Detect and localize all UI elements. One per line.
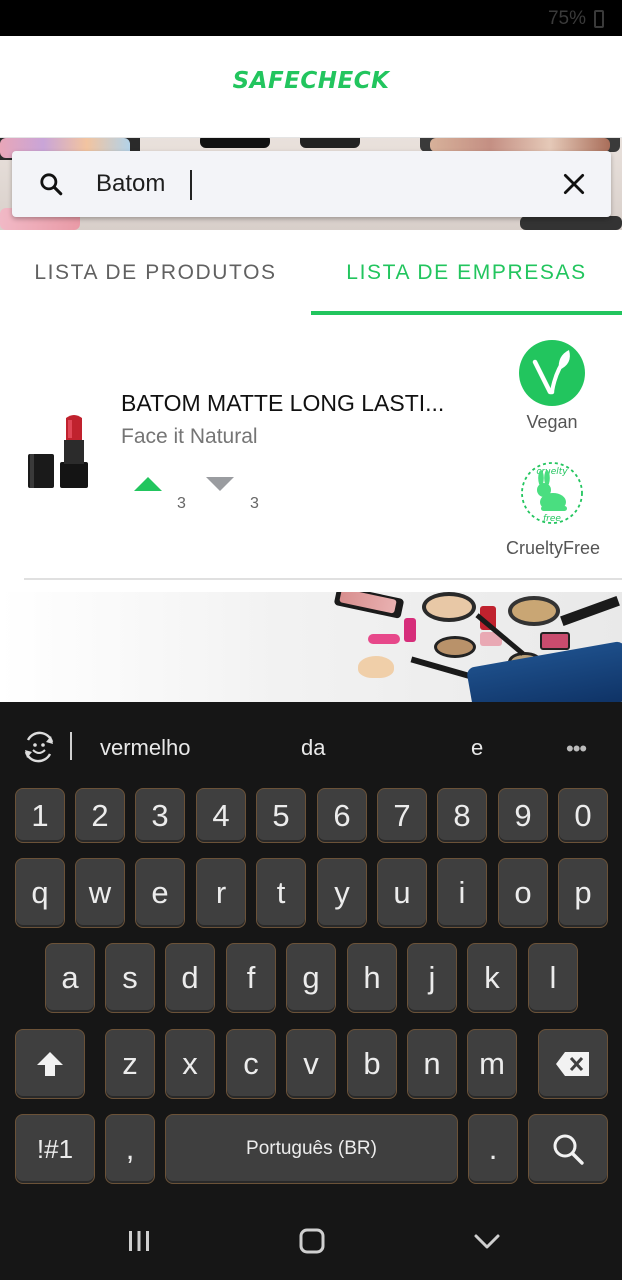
key-g[interactable]: g: [286, 943, 336, 1013]
key-c[interactable]: c: [226, 1029, 276, 1099]
search-bar[interactable]: [12, 151, 611, 217]
key-0[interactable]: 0: [558, 788, 608, 843]
product-name[interactable]: BATOM MATTE LONG LASTI...: [121, 390, 481, 417]
cruelty-free-label: CrueltyFree: [505, 538, 601, 558]
text-caret: [190, 170, 192, 200]
battery-icon: [594, 10, 604, 28]
key-r[interactable]: r: [196, 858, 246, 928]
key-b[interactable]: b: [347, 1029, 397, 1099]
key-o[interactable]: o: [498, 858, 548, 928]
suggestion-1[interactable]: vermelho: [100, 735, 190, 761]
key-n[interactable]: n: [407, 1029, 457, 1099]
key-i[interactable]: i: [437, 858, 487, 928]
recent-apps-icon[interactable]: [124, 1226, 154, 1256]
tab-bar: LISTA DE PRODUTOS LISTA DE EMPRESAS: [0, 230, 622, 316]
tab-products[interactable]: LISTA DE PRODUTOS: [0, 230, 311, 316]
downvote-count: 3: [250, 495, 259, 512]
search-key[interactable]: [528, 1114, 608, 1184]
backspace-icon: [556, 1052, 589, 1076]
upvote-icon[interactable]: [134, 477, 162, 493]
search-icon: [553, 1134, 584, 1165]
key-a[interactable]: a: [45, 943, 95, 1013]
backspace-key[interactable]: [538, 1029, 608, 1099]
back-chevron-icon[interactable]: [472, 1226, 502, 1256]
product-brand: Face it Natural: [121, 425, 258, 448]
key-m[interactable]: m: [467, 1029, 517, 1099]
card-divider: [24, 578, 622, 580]
suggestion-3[interactable]: e: [471, 735, 483, 761]
vegan-label: Vegan: [526, 412, 578, 432]
clear-search-icon[interactable]: [561, 171, 587, 197]
key-4[interactable]: 4: [196, 788, 246, 843]
upvote-count: 3: [177, 495, 186, 512]
key-h[interactable]: h: [347, 943, 397, 1013]
key-w[interactable]: w: [75, 858, 125, 928]
active-tab-indicator: [311, 311, 622, 315]
suggestion-divider: [70, 732, 72, 760]
key-3[interactable]: 3: [135, 788, 185, 843]
free-ring-text: free: [543, 514, 561, 524]
cruelty-free-icon: cruelty free: [521, 462, 583, 524]
system-nav-bar: [0, 1200, 622, 1280]
key-d[interactable]: d: [165, 943, 215, 1013]
search-input[interactable]: [96, 165, 516, 203]
key-u[interactable]: u: [377, 858, 427, 928]
makeup-banner-image: [0, 592, 622, 702]
downvote-icon[interactable]: [206, 477, 234, 493]
suggestion-2[interactable]: da: [301, 735, 325, 761]
on-screen-keyboard: vermelho da e ••• 1 2 3 4 5 6 7 8 9 0 q …: [0, 702, 622, 1200]
space-key[interactable]: Português (BR): [165, 1114, 458, 1184]
lipstick-image: [28, 415, 88, 488]
key-2[interactable]: 2: [75, 788, 125, 843]
key-7[interactable]: 7: [377, 788, 427, 843]
battery-level: 75%: [547, 8, 586, 29]
key-j[interactable]: j: [407, 943, 457, 1013]
key-5[interactable]: 5: [256, 788, 306, 843]
product-card[interactable]: BATOM MATTE LONG LASTI... Face it Natura…: [0, 320, 622, 578]
key-f[interactable]: f: [226, 943, 276, 1013]
tab-companies[interactable]: LISTA DE EMPRESAS: [311, 230, 622, 316]
key-q[interactable]: q: [15, 858, 65, 928]
search-icon[interactable]: [38, 171, 64, 197]
home-icon[interactable]: [297, 1226, 327, 1256]
status-bar: 75%: [0, 0, 622, 36]
key-z[interactable]: z: [105, 1029, 155, 1099]
key-l[interactable]: l: [528, 943, 578, 1013]
key-k[interactable]: k: [467, 943, 517, 1013]
key-6[interactable]: 6: [317, 788, 367, 843]
key-y[interactable]: y: [317, 858, 367, 928]
symbols-key[interactable]: !#1: [15, 1114, 95, 1184]
key-v[interactable]: v: [286, 1029, 336, 1099]
app-header: SAFECHECK: [0, 36, 622, 138]
shift-arrow-icon: [37, 1052, 63, 1076]
vegan-icon: [519, 340, 585, 406]
more-options-icon[interactable]: •••: [566, 736, 587, 762]
key-s[interactable]: s: [105, 943, 155, 1013]
key-e[interactable]: e: [135, 858, 185, 928]
key-t[interactable]: t: [256, 858, 306, 928]
period-key[interactable]: .: [468, 1114, 518, 1184]
comma-key[interactable]: ,: [105, 1114, 155, 1184]
key-8[interactable]: 8: [437, 788, 487, 843]
key-9[interactable]: 9: [498, 788, 548, 843]
app-logo: SAFECHECK: [232, 68, 390, 94]
shift-key[interactable]: [15, 1029, 85, 1099]
suggestion-bar: vermelho da e •••: [0, 702, 622, 788]
key-1[interactable]: 1: [15, 788, 65, 843]
key-x[interactable]: x: [165, 1029, 215, 1099]
key-p[interactable]: p: [558, 858, 608, 928]
emoji-icon[interactable]: [22, 730, 56, 764]
